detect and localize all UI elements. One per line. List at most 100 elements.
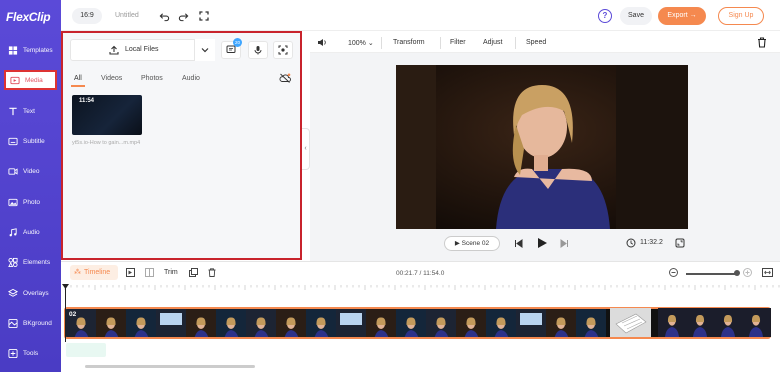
active-tab-indicator bbox=[71, 85, 85, 87]
sidebar-item-label: BKground bbox=[23, 319, 52, 327]
transform-button[interactable]: Transform bbox=[393, 39, 425, 46]
timeline-position: 00:21.7 / 11:54.0 bbox=[396, 270, 445, 277]
upload-icon bbox=[109, 45, 119, 57]
video-frame-image bbox=[396, 65, 688, 229]
total-duration: 11:32.2 bbox=[640, 239, 663, 246]
add-scene-icon[interactable] bbox=[126, 268, 135, 279]
undo-icon[interactable] bbox=[158, 10, 170, 22]
clock-icon bbox=[626, 238, 636, 250]
clip-frame bbox=[126, 309, 156, 337]
volume-icon[interactable] bbox=[317, 38, 327, 49]
aspect-ratio-button[interactable]: 16:9 bbox=[72, 8, 102, 24]
project-title[interactable]: Untitled bbox=[115, 12, 139, 19]
sidebar-item-label: Photo bbox=[23, 198, 40, 206]
duplicate-icon[interactable] bbox=[189, 268, 198, 279]
playhead[interactable] bbox=[65, 285, 66, 342]
collapse-panel-handle[interactable]: ‹ bbox=[302, 128, 310, 170]
sign-up-button[interactable]: Sign Up bbox=[718, 7, 764, 25]
upload-dropdown[interactable] bbox=[194, 39, 215, 61]
clip-frame bbox=[276, 309, 306, 337]
audio-icon bbox=[8, 227, 18, 237]
video-icon bbox=[8, 166, 18, 176]
clip-frame bbox=[426, 309, 456, 337]
sidebar-item-label: Templates bbox=[23, 46, 53, 54]
screen-record-button[interactable] bbox=[273, 41, 293, 59]
overlays-icon bbox=[8, 288, 18, 298]
sidebar-item-label: Overlays bbox=[23, 289, 49, 297]
chevron-down-icon bbox=[201, 48, 209, 53]
sidebar-item-elements[interactable]: Elements bbox=[0, 248, 61, 276]
sidebar-item-label: Subtitle bbox=[23, 137, 45, 145]
audio-track-placeholder[interactable] bbox=[66, 343, 106, 357]
zoom-select[interactable]: 100% ⌄ bbox=[348, 39, 374, 47]
tab-all[interactable]: All bbox=[74, 75, 82, 82]
play-icon[interactable] bbox=[537, 237, 548, 251]
help-button[interactable]: ? bbox=[598, 9, 612, 23]
video-preview[interactable] bbox=[396, 65, 688, 229]
tab-photos[interactable]: Photos bbox=[141, 75, 163, 82]
speed-button[interactable]: Speed bbox=[526, 39, 546, 46]
clip-thumbnail-document[interactable] bbox=[610, 308, 651, 337]
clip-frame bbox=[456, 309, 486, 337]
delete-clip-icon[interactable] bbox=[208, 268, 216, 279]
export-button[interactable]: Export → bbox=[658, 7, 706, 25]
timeline-button[interactable]: ⁂ Timeline bbox=[70, 265, 118, 280]
sidebar-item-video[interactable]: Video bbox=[0, 157, 61, 185]
clip-thumbnail-end[interactable] bbox=[658, 308, 771, 337]
subtitle-icon bbox=[8, 136, 18, 146]
timeline-ruler[interactable] bbox=[61, 283, 780, 297]
adjust-button[interactable]: Adjust bbox=[483, 39, 502, 46]
record-audio-button[interactable] bbox=[248, 41, 268, 59]
sidebar-item-audio[interactable]: Audio bbox=[0, 218, 61, 246]
sidebar-item-subtitle[interactable]: Subtitle bbox=[0, 127, 61, 155]
filter-button[interactable]: Filter bbox=[450, 39, 466, 46]
sidebar-item-label: Elements bbox=[23, 258, 51, 266]
zoom-in-icon[interactable] bbox=[743, 268, 752, 279]
timeline-scrollbar[interactable] bbox=[85, 365, 255, 368]
scene-selector[interactable]: ▶ Scene 02 bbox=[444, 236, 500, 251]
clip-frame bbox=[246, 309, 276, 337]
sidebar-item-label: Media bbox=[25, 76, 43, 84]
sidebar-item-text[interactable]: Text bbox=[0, 97, 61, 125]
tab-videos[interactable]: Videos bbox=[101, 75, 122, 82]
cloud-off-icon[interactable] bbox=[279, 73, 291, 85]
fit-timeline-icon[interactable] bbox=[762, 268, 773, 279]
timeline-icon: ⁂ bbox=[74, 269, 81, 276]
screen-capture-icon bbox=[278, 45, 288, 55]
templates-icon bbox=[8, 45, 18, 55]
sidebar-item-overlays[interactable]: Overlays bbox=[0, 279, 61, 307]
sidebar-item-label: Text bbox=[23, 107, 35, 115]
clip-frame bbox=[546, 309, 576, 337]
clip-frame bbox=[742, 308, 770, 337]
clip-frame bbox=[686, 308, 714, 337]
trash-icon[interactable] bbox=[757, 37, 767, 50]
sidebar-item-photo[interactable]: Photo bbox=[0, 188, 61, 216]
next-icon[interactable] bbox=[560, 239, 569, 250]
fullscreen-icon[interactable] bbox=[198, 10, 210, 22]
fit-screen-icon[interactable] bbox=[675, 238, 685, 250]
split-icon[interactable] bbox=[145, 268, 154, 279]
tools-icon bbox=[8, 348, 18, 358]
clip-frame bbox=[658, 308, 686, 337]
timeline-label: Timeline bbox=[84, 269, 111, 276]
microphone-icon bbox=[254, 46, 262, 55]
sidebar-item-media[interactable]: Media bbox=[4, 70, 57, 90]
clip-frame bbox=[96, 309, 126, 337]
clip-frame bbox=[516, 309, 546, 337]
local-files-label: Local Files bbox=[125, 46, 159, 53]
sidebar-item-bkground[interactable]: BKground bbox=[0, 309, 61, 337]
previous-icon[interactable] bbox=[514, 239, 523, 250]
redo-icon[interactable] bbox=[177, 10, 189, 22]
sidebar-item-tools[interactable]: Tools bbox=[0, 339, 61, 367]
tab-audio[interactable]: Audio bbox=[182, 75, 200, 82]
text-icon bbox=[8, 106, 18, 116]
media-icon bbox=[10, 75, 20, 85]
zoom-slider-handle[interactable] bbox=[734, 270, 740, 276]
zoom-out-icon[interactable] bbox=[669, 268, 678, 279]
trim-button[interactable]: Trim bbox=[164, 269, 178, 276]
clip-frame bbox=[576, 309, 606, 337]
save-button[interactable]: Save bbox=[620, 7, 652, 25]
timeline-zoom-slider[interactable] bbox=[686, 273, 738, 275]
notification-badge: 20 bbox=[233, 38, 242, 47]
sidebar-item-templates[interactable]: Templates bbox=[0, 36, 61, 64]
